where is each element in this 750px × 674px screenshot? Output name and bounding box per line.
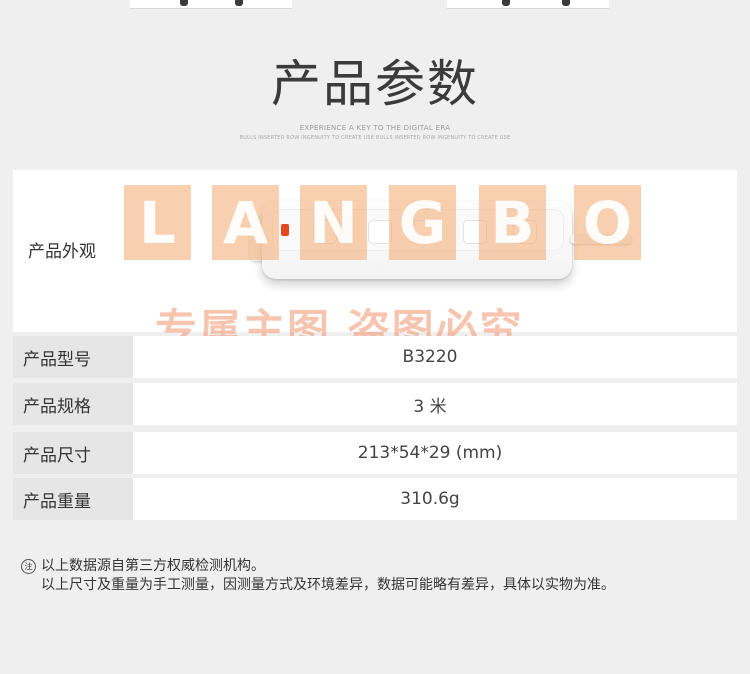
section-header: 产品参数 EXPERIENCE A KEY TO THE DIGITAL ERA… [0,52,750,141]
spec-label: 产品重量 [13,478,133,520]
spec-row-size: 产品尺寸 213*54*29 (mm) [13,432,737,474]
spec-value: B3220 [402,347,458,367]
spec-value: 3 米 [413,396,447,417]
previous-image-left [130,0,292,9]
appearance-label: 产品外观 [28,242,96,262]
watermark-logo: L A N G B O [124,185,644,261]
watermark-letter: O [574,185,641,260]
footnote-line-1: 以上数据源自第三方权威检测机构。 [41,558,265,574]
watermark-letter: A [212,185,279,260]
spec-value: 213*54*29 (mm) [357,443,503,463]
footnote: 注以上数据源自第三方权威检测机构。 以上尺寸及重量为手工测量，因测量方式及环境差… [21,557,615,595]
spec-row-weight: 产品重量 310.6g [13,478,737,520]
watermark-letter: G [389,185,456,260]
spec-value: 310.6g [400,489,460,509]
spec-row-length: 产品规格 3 米 [13,383,737,425]
english-tagline: BULLS INSERTED ROW INGENUITY TO CREATE U… [239,135,511,141]
spec-label: 产品规格 [13,383,133,425]
previous-section-edge [0,0,750,9]
watermark-letter: B [479,185,546,260]
watermark-letter: L [124,185,191,260]
page-title: 产品参数 [271,55,479,113]
watermark-letter: N [300,185,367,260]
note-circle-icon: 注 [21,559,36,574]
spec-label: 产品尺寸 [13,432,133,474]
previous-image-right [447,0,609,9]
spec-row-model: 产品型号 B3220 [13,336,737,378]
spec-label: 产品型号 [13,336,133,378]
english-subtitle: EXPERIENCE A KEY TO THE DIGITAL ERA [299,124,451,132]
footnote-line-2: 以上尺寸及重量为手工测量，因测量方式及环境差异，数据可能略有差异，具体以实物为准… [41,577,615,593]
